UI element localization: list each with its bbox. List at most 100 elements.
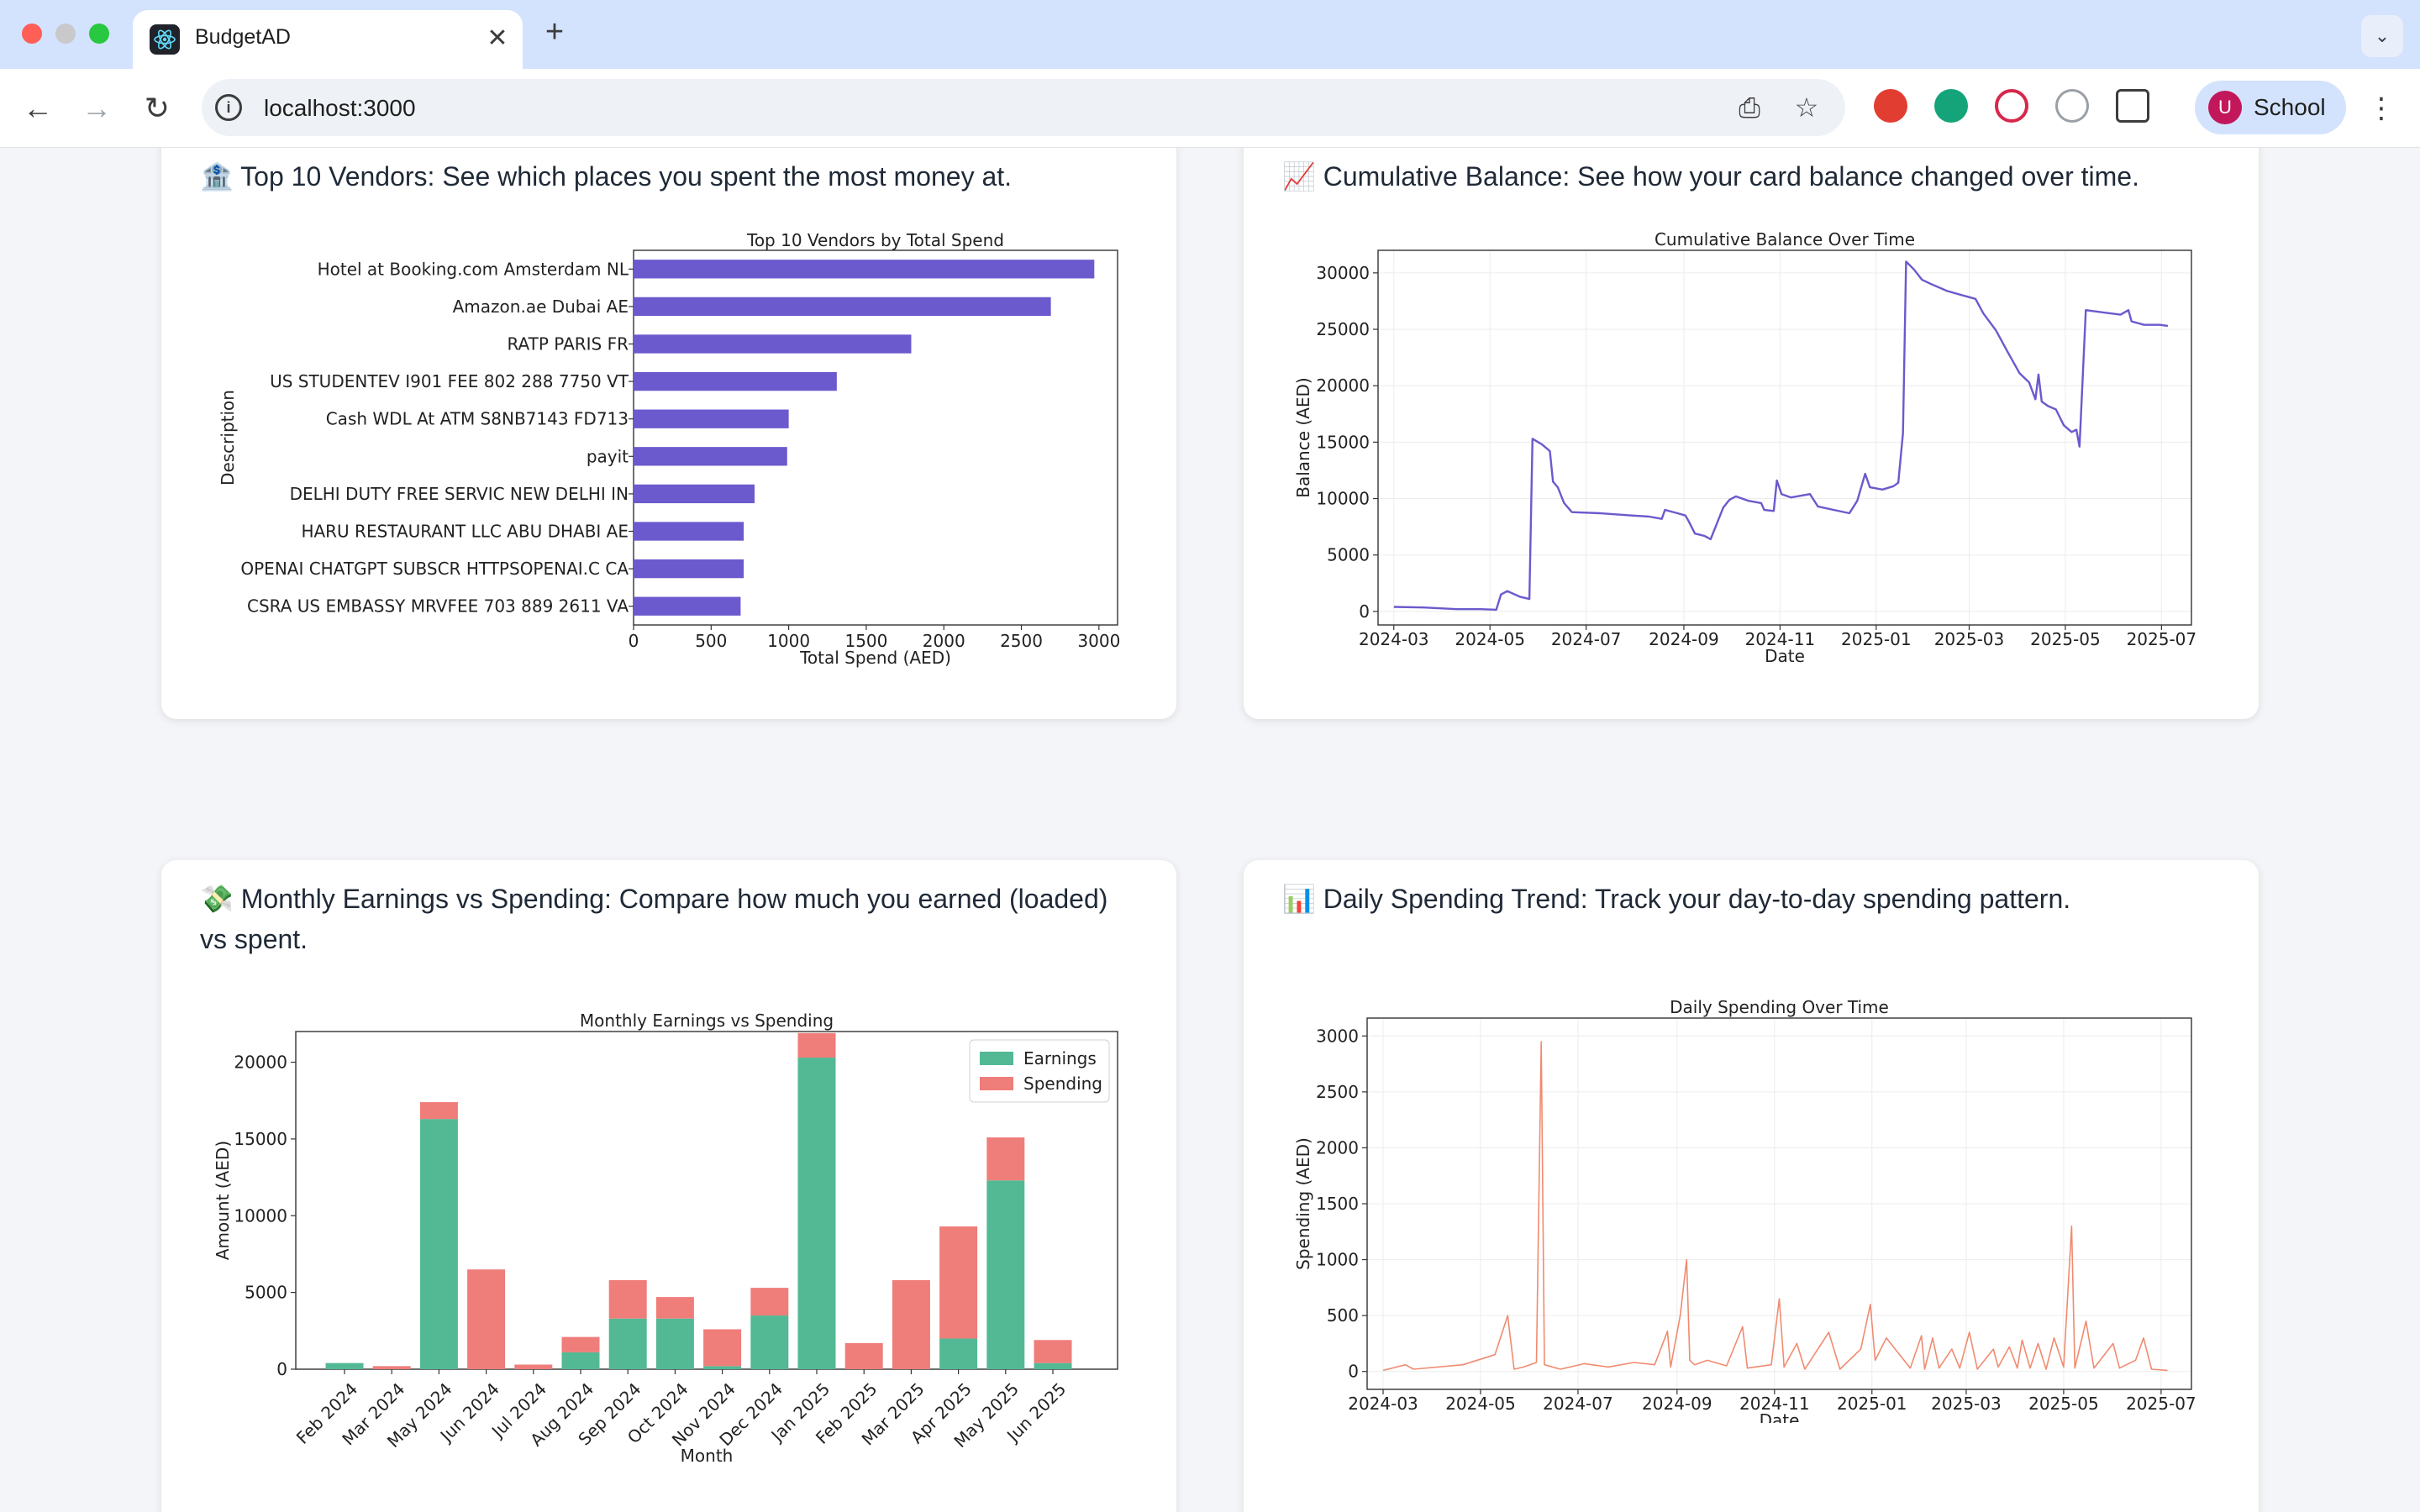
tab-title: BudgetAD bbox=[195, 25, 291, 49]
chart-title: Cumulative Balance Over Time bbox=[1655, 229, 1915, 249]
bookmark-star-icon[interactable]: ☆ bbox=[1790, 91, 1823, 124]
tab-search-button[interactable]: ⌄ bbox=[2361, 15, 2403, 57]
bar-spending bbox=[608, 1280, 647, 1319]
y-tick-label: US STUDENTEV I901 FEE 802 288 7750 VT bbox=[270, 371, 629, 391]
plot-frame bbox=[1377, 249, 2192, 626]
install-icon[interactable]: ⎙ bbox=[1733, 91, 1766, 124]
x-tick-label: 2024-09 bbox=[1649, 629, 1719, 649]
chart-title: Daily Spending Over Time bbox=[1670, 997, 1889, 1017]
bar-earnings bbox=[325, 1362, 364, 1369]
back-icon[interactable]: ← bbox=[17, 87, 59, 129]
tab-close-icon[interactable]: ✕ bbox=[481, 22, 514, 55]
window-zoom-button[interactable] bbox=[89, 24, 109, 44]
bar-earnings bbox=[703, 1366, 742, 1369]
y-tick-label: 5000 bbox=[245, 1283, 287, 1303]
kebab-menu-icon[interactable]: ⋮ bbox=[2365, 87, 2398, 129]
y-tick-label: Amazon.ae Dubai AE bbox=[453, 297, 629, 317]
window-minimize-button[interactable] bbox=[55, 24, 76, 44]
info-icon[interactable]: i bbox=[215, 94, 242, 121]
x-tick-label: 2025-07 bbox=[2127, 629, 2197, 649]
card-monthly-earnings-spending: 💸 Monthly Earnings vs Spending: Compare … bbox=[161, 860, 1176, 1512]
tab-bar: BudgetAD ✕ + ⌄ bbox=[0, 0, 2420, 69]
x-tick-label: 2025-05 bbox=[2028, 1394, 2099, 1414]
card-title-line-1: 💸 Monthly Earnings vs Spending: Compare … bbox=[200, 884, 1108, 914]
bar-earnings bbox=[561, 1352, 600, 1369]
chart-title: Top 10 Vendors by Total Spend bbox=[746, 230, 1004, 250]
url-text[interactable]: localhost:3000 bbox=[264, 95, 416, 122]
x-axis-label: Date bbox=[1765, 646, 1805, 666]
reload-icon[interactable]: ↻ bbox=[136, 87, 178, 129]
tab-budgetad[interactable]: BudgetAD ✕ bbox=[133, 10, 523, 69]
chart-cumulative-balance: Cumulative Balance Over Time 2024-03 2024-… bbox=[1293, 229, 2197, 666]
y-tick-label: Hotel at Booking.com Amsterdam NL bbox=[318, 259, 629, 279]
legend-swatch bbox=[980, 1077, 1013, 1090]
bar-spending bbox=[797, 1032, 836, 1058]
bar-spending bbox=[514, 1364, 553, 1369]
bar-spending bbox=[750, 1288, 789, 1316]
x-tick-label: 3000 bbox=[1077, 631, 1120, 651]
y-tick-label: 5000 bbox=[1327, 545, 1370, 565]
x-tick-label: 2025-03 bbox=[1934, 629, 2005, 649]
screen-recorder-icon[interactable] bbox=[1995, 89, 2028, 123]
ublock-icon[interactable] bbox=[1874, 89, 1907, 123]
bar-spending bbox=[703, 1329, 742, 1367]
bar-spending bbox=[419, 1102, 458, 1120]
window-close-button[interactable] bbox=[22, 24, 42, 44]
bar bbox=[634, 559, 744, 579]
y-tick-label: 25000 bbox=[1316, 319, 1370, 339]
forward-icon[interactable]: → bbox=[76, 87, 118, 129]
x-tick-label: 2025-01 bbox=[1837, 1394, 1907, 1414]
bar-earnings bbox=[655, 1318, 694, 1369]
y-tick-label: 15000 bbox=[1316, 432, 1370, 452]
y-tick-label: 2000 bbox=[1316, 1137, 1359, 1158]
card-title: 📊 Daily Spending Trend: Track your day-t… bbox=[1282, 884, 2071, 914]
profile-name: School bbox=[2254, 94, 2326, 120]
x-tick-label: 2025-05 bbox=[2030, 629, 2101, 649]
y-tick-label: 15000 bbox=[234, 1129, 287, 1149]
x-axis-label: Date bbox=[1760, 1410, 1800, 1423]
grammarly-icon[interactable] bbox=[1934, 89, 1968, 123]
y-axis-label: Spending (AED) bbox=[1293, 1137, 1313, 1270]
x-tick-label: 2025-07 bbox=[2126, 1394, 2196, 1414]
card-daily-spending: 📊 Daily Spending Trend: Track your day-t… bbox=[1244, 860, 2259, 1512]
card-top-vendors: 🏦 Top 10 Vendors: See which places you s… bbox=[161, 148, 1176, 719]
x-tick-label: 2024-09 bbox=[1642, 1394, 1712, 1414]
bar-spending bbox=[467, 1269, 506, 1369]
y-tick-label: 500 bbox=[1327, 1305, 1359, 1326]
y-tick-label: 0 bbox=[276, 1359, 287, 1379]
bar-earnings bbox=[608, 1318, 647, 1369]
y-tick-label: 3000 bbox=[1316, 1026, 1359, 1046]
y-tick-label: 10000 bbox=[1316, 489, 1370, 509]
x-axis-label: Month bbox=[681, 1446, 734, 1466]
y-tick-label: 2500 bbox=[1316, 1082, 1359, 1102]
bar bbox=[634, 371, 837, 391]
page-content: 🏦 Top 10 Vendors: See which places you s… bbox=[0, 148, 2420, 1512]
chart-title: Monthly Earnings vs Spending bbox=[580, 1011, 834, 1031]
chart-monthly-earnings-spending: Monthly Earnings vs SpendingFeb 2024Mar … bbox=[213, 1011, 1118, 1466]
bar bbox=[634, 447, 787, 466]
y-tick-label: Cash WDL At ATM S8NB7143 FD713 bbox=[326, 409, 629, 429]
x-tick-label: 500 bbox=[695, 631, 727, 651]
profile-button[interactable]: U School bbox=[2195, 81, 2346, 134]
x-tick-label: 2024-07 bbox=[1551, 629, 1622, 649]
bar bbox=[634, 297, 1051, 317]
timer-icon[interactable] bbox=[2055, 89, 2089, 123]
x-axis-label: Total Spend (AED) bbox=[799, 648, 951, 668]
bar-earnings bbox=[1034, 1362, 1072, 1369]
bar-spending bbox=[372, 1366, 411, 1369]
y-axis-label: Amount (AED) bbox=[213, 1141, 233, 1260]
y-tick-label: OPENAI CHATGPT SUBSCR HTTPSOPENAI.C CA bbox=[240, 559, 629, 579]
bar bbox=[634, 596, 741, 616]
bar-spending bbox=[892, 1280, 930, 1369]
extensions-icon[interactable] bbox=[2116, 89, 2149, 123]
bar-spending bbox=[1034, 1340, 1072, 1363]
bar-spending bbox=[939, 1226, 978, 1339]
react-logo-icon bbox=[150, 24, 180, 55]
y-tick-label: RATP PARIS FR bbox=[507, 334, 629, 354]
x-tick-label: 2025-01 bbox=[1841, 629, 1912, 649]
bar-spending bbox=[986, 1137, 1025, 1181]
address-bar[interactable]: i localhost:3000 ⎙ ☆ bbox=[202, 79, 1845, 136]
new-tab-button[interactable]: + bbox=[538, 15, 571, 49]
bar-spending bbox=[655, 1297, 694, 1319]
avatar: U bbox=[2208, 91, 2242, 124]
